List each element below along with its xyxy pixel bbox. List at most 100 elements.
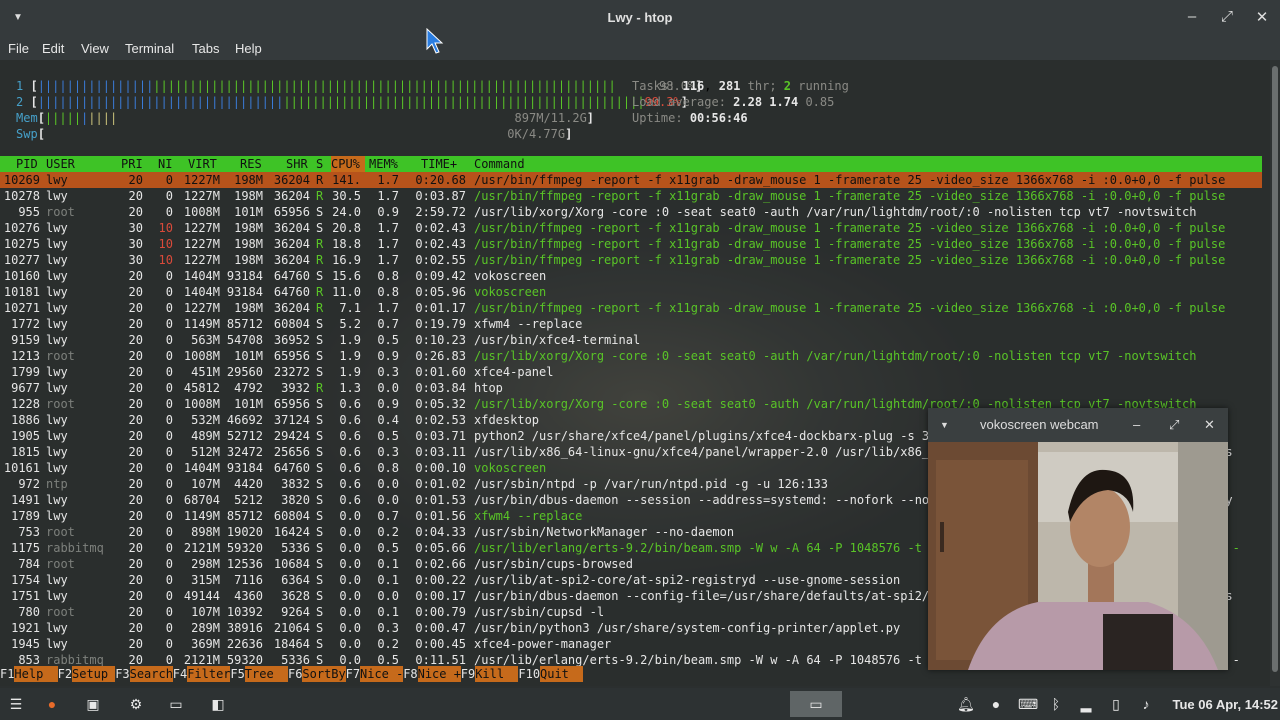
cell-user: lwy	[46, 365, 68, 379]
process-row[interactable]: 1213 root 20 0 1008M 101M 65956 S 1.9 0.9 0:26.83 /…	[0, 348, 1262, 364]
battery-icon[interactable]: ▯	[1108, 696, 1124, 712]
fkey-f9-label[interactable]: Kill	[475, 666, 519, 682]
cell-s: R	[316, 253, 324, 267]
maximize-button[interactable]: ⤢	[1217, 8, 1237, 25]
cell-user: lwy	[46, 269, 68, 283]
webcam-maximize-button[interactable]: ⤢	[1169, 417, 1179, 433]
screen-recorder-icon[interactable]: ◧	[210, 696, 226, 712]
fkey-f3-label[interactable]: Search	[129, 666, 173, 682]
process-row[interactable]: 1772 lwy 20 0 1149M 85712 60804 S 5.2 0.7 0:19.79 x…	[0, 316, 1262, 332]
cell-user: lwy	[46, 429, 68, 443]
bluetooth-icon[interactable]: ᛒ	[1048, 696, 1064, 712]
cell-ni: 0	[165, 381, 173, 395]
fkey-f4-key[interactable]: F4	[173, 666, 187, 682]
process-row[interactable]: 10271 lwy 20 0 1227M 198M 36204 R 7.1 1.7 0:01.17 /…	[0, 300, 1262, 316]
fkey-f5-label[interactable]: Tree	[244, 666, 288, 682]
col-virt[interactable]: VIRT	[188, 156, 217, 172]
webcam-close-button[interactable]: ✕	[1204, 417, 1215, 433]
col-state[interactable]: S	[316, 156, 323, 172]
cell-s: S	[316, 477, 324, 491]
fkey-f10-label[interactable]: Quit	[540, 666, 584, 682]
network-signal-icon[interactable]: ▂	[1078, 696, 1094, 712]
col-mem[interactable]: MEM%	[369, 156, 398, 172]
cell-res: 198M	[234, 221, 263, 235]
cell-user: lwy	[46, 413, 68, 427]
app-menu-icon[interactable]: ☰	[8, 696, 24, 712]
close-button[interactable]: ✕	[1252, 8, 1272, 26]
process-row[interactable]: 10277 lwy 30 10 1227M 198M 36204 R 16.9 1.7 0:02.5…	[0, 252, 1262, 268]
fkey-f10-key[interactable]: F10	[518, 666, 540, 682]
cell-s: S	[316, 445, 324, 459]
fkey-f1-label[interactable]: Help	[14, 666, 58, 682]
terminal-launcher-icon[interactable]: ▭	[168, 696, 184, 712]
cell-mem: 0.9	[377, 397, 399, 411]
col-cpu[interactable]: CPU%	[331, 156, 365, 172]
cell-user: lwy	[46, 621, 68, 635]
cell-pri: 20	[128, 557, 143, 571]
webcam-minimize-button[interactable]: –	[1133, 417, 1140, 432]
minimize-button[interactable]: –	[1182, 8, 1202, 25]
cell-s: S	[316, 365, 324, 379]
fkey-f6-key[interactable]: F6	[288, 666, 302, 682]
volume-icon[interactable]: ♪	[1138, 696, 1154, 712]
cell-res: 12536	[226, 557, 263, 571]
process-row[interactable]: 10275 lwy 30 10 1227M 198M 36204 R 18.8 1.7 0:02.4…	[0, 236, 1262, 252]
cell-pri: 20	[128, 381, 143, 395]
fkey-f8-key[interactable]: F8	[403, 666, 417, 682]
fkey-f2-label[interactable]: Setup	[72, 666, 116, 682]
process-row[interactable]: 10276 lwy 30 10 1227M 198M 36204 S 20.8 1.7 0:02.4…	[0, 220, 1262, 236]
col-time[interactable]: TIME+	[421, 156, 457, 172]
firefox-icon[interactable]: ●	[44, 696, 60, 712]
taskbar-terminal-window[interactable]: ▭	[790, 691, 842, 717]
cell-shr: 37124	[273, 413, 310, 427]
fkey-f9-key[interactable]: F9	[461, 666, 475, 682]
process-row[interactable]: 9677 lwy 20 0 45812 4792 3932 R 1.3 0.0 0:03.84 hto…	[0, 380, 1262, 396]
menu-view[interactable]: View	[81, 41, 109, 56]
col-pri[interactable]: PRI	[121, 156, 143, 172]
cell-cmd: /usr/sbin/cups-browsed	[474, 557, 633, 571]
menu-help[interactable]: Help	[235, 41, 262, 56]
process-row[interactable]: 10278 lwy 20 0 1227M 198M 36204 R 30.5 1.7 0:03.87…	[0, 188, 1262, 204]
terminal-scrollbar[interactable]	[1270, 60, 1280, 686]
chevron-down-icon[interactable]: ▼	[940, 420, 949, 430]
file-manager-icon[interactable]: ▣	[85, 696, 101, 712]
col-pid[interactable]: PID	[16, 156, 38, 172]
cell-user: lwy	[46, 333, 68, 347]
col-shr[interactable]: SHR	[286, 156, 308, 172]
process-row[interactable]: 10160 lwy 20 0 1404M 93184 64760 S 15.6 0.8 0:09.4…	[0, 268, 1262, 284]
cell-cpu: 0.6	[339, 461, 361, 475]
cell-user: root	[46, 205, 75, 219]
process-row[interactable]: 10181 lwy 20 0 1404M 93184 64760 R 11.0 0.8 0:05.9…	[0, 284, 1262, 300]
clock[interactable]: Tue 06 Apr, 14:52	[1173, 697, 1279, 712]
col-command[interactable]: Command	[474, 156, 525, 172]
fkey-f4-label[interactable]: Filter	[187, 666, 231, 682]
cell-ni: 0	[165, 317, 173, 331]
menu-edit[interactable]: Edit	[42, 41, 64, 56]
process-row[interactable]: 1799 lwy 20 0 451M 29560 23272 S 1.9 0.3 0:01.60 xf…	[0, 364, 1262, 380]
status-dot-icon[interactable]: ●	[988, 696, 1004, 712]
menu-terminal[interactable]: Terminal	[125, 41, 174, 56]
fkey-f5-key[interactable]: F5	[230, 666, 244, 682]
fkey-f3-key[interactable]: F3	[115, 666, 129, 682]
notification-bell-icon[interactable]: 🔔︎	[957, 696, 975, 712]
menu-tabs[interactable]: Tabs	[192, 41, 219, 56]
process-row[interactable]: 955 root 20 0 1008M 101M 65956 S 24.0 0.9 2:59.72 /…	[0, 204, 1262, 220]
process-row[interactable]: 10269 lwy 20 0 1227M 198M 36204 R 141. 1.7 0:20.68…	[0, 172, 1262, 188]
webcam-window[interactable]: ▼ vokoscreen webcam – ⤢ ✕	[928, 408, 1228, 670]
cell-pid: 10161	[3, 461, 40, 475]
fkey-f7-label[interactable]: Nice -	[360, 666, 403, 682]
cell-user: lwy	[46, 253, 68, 267]
fkey-f8-label[interactable]: Nice +	[417, 666, 461, 682]
menu-file[interactable]: File	[8, 41, 29, 56]
fkey-f6-label[interactable]: SortBy	[302, 666, 346, 682]
col-res[interactable]: RES	[240, 156, 262, 172]
swap-meter: Swp[ 0K/4.77G]	[16, 127, 573, 141]
fkey-f1-key[interactable]: F1	[0, 666, 14, 682]
fkey-f7-key[interactable]: F7	[346, 666, 360, 682]
system-tool-icon[interactable]: ⚙	[128, 696, 144, 712]
fkey-f2-key[interactable]: F2	[58, 666, 72, 682]
col-user[interactable]: USER	[46, 156, 75, 172]
process-row[interactable]: 9159 lwy 20 0 563M 54708 36952 S 1.9 0.5 0:10.23/u…	[0, 332, 1262, 348]
col-ni[interactable]: NI	[158, 156, 172, 172]
keyboard-icon[interactable]: ⌨	[1018, 696, 1038, 712]
